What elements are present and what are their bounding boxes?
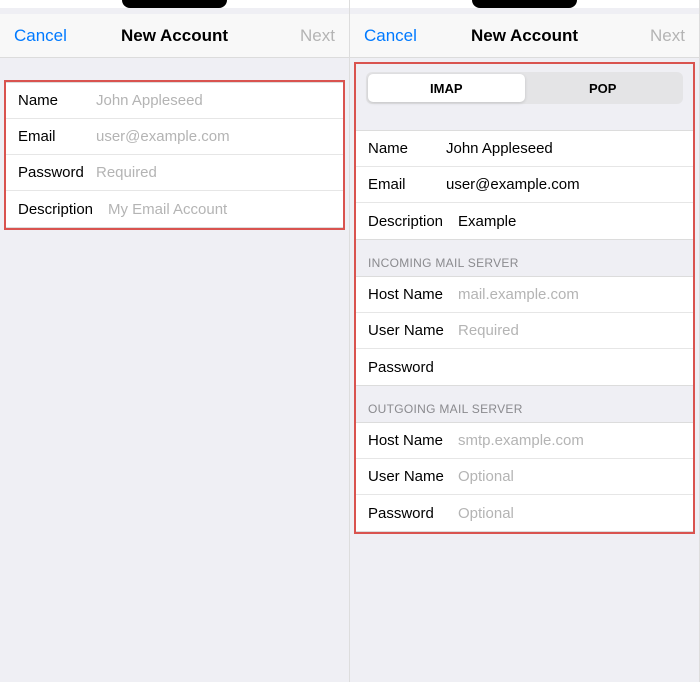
outgoing-host-label: Host Name <box>368 432 458 449</box>
outgoing-host-row[interactable]: Host Name smtp.example.com <box>356 423 693 459</box>
email-row[interactable]: Email user@example.com <box>356 167 693 203</box>
device-notch <box>0 0 349 8</box>
description-row[interactable]: Description Example <box>356 203 693 239</box>
incoming-user-label: User Name <box>368 322 458 339</box>
highlight-box: Name John Appleseed Email user@example.c… <box>4 80 345 230</box>
device-notch <box>350 0 699 8</box>
incoming-password-label: Password <box>368 359 458 376</box>
email-field[interactable]: user@example.com <box>96 128 331 145</box>
highlight-box: IMAP POP Name John Appleseed Email user@… <box>354 62 695 534</box>
incoming-group: Host Name mail.example.com User Name Req… <box>356 276 693 386</box>
email-row[interactable]: Email user@example.com <box>6 119 343 155</box>
name-row[interactable]: Name John Appleseed <box>356 131 693 167</box>
description-field[interactable]: Example <box>458 213 681 230</box>
email-label: Email <box>368 176 446 193</box>
content-area: Name John Appleseed Email user@example.c… <box>0 58 349 682</box>
password-field[interactable]: Required <box>96 164 331 181</box>
incoming-host-label: Host Name <box>368 286 458 303</box>
description-row[interactable]: Description My Email Account <box>6 191 343 227</box>
password-label: Password <box>18 164 96 181</box>
email-field[interactable]: user@example.com <box>446 176 681 193</box>
protocol-segmented-control[interactable]: IMAP POP <box>366 72 683 104</box>
nav-bar: Cancel New Account Next <box>350 14 699 58</box>
account-summary-group: Name John Appleseed Email user@example.c… <box>356 130 693 240</box>
tab-imap[interactable]: IMAP <box>368 74 525 102</box>
outgoing-password-label: Password <box>368 505 458 522</box>
email-label: Email <box>18 128 96 145</box>
password-row[interactable]: Password Required <box>6 155 343 191</box>
tab-pop[interactable]: POP <box>525 74 682 102</box>
name-row[interactable]: Name John Appleseed <box>6 83 343 119</box>
outgoing-password-row[interactable]: Password Optional <box>356 495 693 531</box>
incoming-header: Incoming Mail Server <box>356 240 693 276</box>
outgoing-user-field[interactable]: Optional <box>458 468 681 485</box>
page-title: New Account <box>471 26 578 46</box>
name-field[interactable]: John Appleseed <box>96 92 331 109</box>
name-label: Name <box>368 140 446 157</box>
cancel-button[interactable]: Cancel <box>14 26 74 46</box>
outgoing-user-label: User Name <box>368 468 458 485</box>
next-button[interactable]: Next <box>275 26 335 46</box>
outgoing-password-field[interactable]: Optional <box>458 505 681 522</box>
outgoing-user-row[interactable]: User Name Optional <box>356 459 693 495</box>
name-field[interactable]: John Appleseed <box>446 140 681 157</box>
nav-bar: Cancel New Account Next <box>0 14 349 58</box>
next-button[interactable]: Next <box>625 26 685 46</box>
description-label: Description <box>18 201 108 218</box>
outgoing-header: Outgoing Mail Server <box>356 386 693 422</box>
incoming-user-field[interactable]: Required <box>458 322 681 339</box>
incoming-user-row[interactable]: User Name Required <box>356 313 693 349</box>
outgoing-group: Host Name smtp.example.com User Name Opt… <box>356 422 693 532</box>
screen-new-account-server: Cancel New Account Next IMAP POP Name Jo… <box>350 0 700 682</box>
description-field[interactable]: My Email Account <box>108 201 331 218</box>
outgoing-host-field[interactable]: smtp.example.com <box>458 432 681 449</box>
account-fields-group: Name John Appleseed Email user@example.c… <box>6 82 343 228</box>
incoming-password-row[interactable]: Password <box>356 349 693 385</box>
description-label: Description <box>368 213 458 230</box>
cancel-button[interactable]: Cancel <box>364 26 424 46</box>
screen-new-account-basic: Cancel New Account Next Name John Apples… <box>0 0 350 682</box>
content-area: IMAP POP Name John Appleseed Email user@… <box>350 58 699 682</box>
incoming-host-field[interactable]: mail.example.com <box>458 286 681 303</box>
page-title: New Account <box>121 26 228 46</box>
incoming-host-row[interactable]: Host Name mail.example.com <box>356 277 693 313</box>
name-label: Name <box>18 92 96 109</box>
